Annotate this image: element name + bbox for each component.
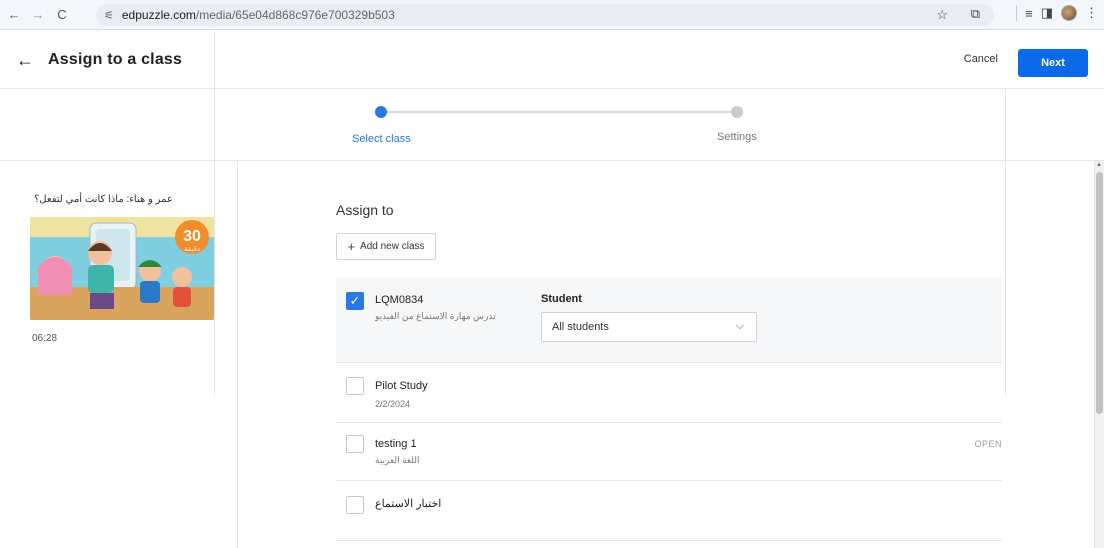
video-thumbnail-illustration: 30 دقيقة — [30, 217, 214, 320]
student-select-value: All students — [552, 321, 609, 333]
browser-toolbar: ← → C ⚟ edpuzzle.com/media/65e04d868c976… — [0, 0, 1104, 30]
reading-list-icon[interactable]: ≡ — [1025, 6, 1033, 21]
media-title: عمر و هناء: ماذا كانت أمي لتفعل؟ — [34, 194, 173, 205]
class-checkbox-checked[interactable]: ✓ — [346, 292, 364, 310]
stepper-left-column — [0, 89, 215, 161]
class-row-lqm0834[interactable]: ✓ LQM0834 تدرس مهارة الاستماع من الفيديو… — [336, 277, 1002, 363]
open-status-badge: OPEN — [974, 439, 1002, 449]
class-row-listening-test[interactable]: اختبار الاستماع — [336, 481, 1002, 541]
app-header: ← Assign to a class Cancel Next — [0, 31, 1104, 89]
checkmark-icon: ✓ — [349, 293, 361, 308]
video-thumbnail[interactable]: 30 دقيقة — [30, 217, 214, 320]
class-subtitle: 2/2/2024 — [375, 399, 411, 409]
reload-button[interactable]: C — [52, 5, 72, 25]
chevron-down-icon: ⌵ — [735, 320, 744, 332]
thumbnail-badge-number: 30 — [183, 228, 201, 245]
scrollbar-thumb[interactable] — [1096, 172, 1103, 414]
step-dot-select-class[interactable] — [375, 106, 387, 118]
bookmark-star-icon[interactable]: ☆ — [936, 7, 948, 23]
back-arrow-icon: ← — [7, 7, 21, 22]
class-name: LQM0834 — [375, 294, 424, 306]
class-checkbox[interactable] — [346, 377, 364, 395]
header-title-area: ← Assign to a class — [0, 31, 215, 89]
media-duration: 06:28 — [32, 333, 58, 344]
url-host: edpuzzle.com — [121, 8, 196, 22]
site-settings-icon[interactable]: ⚟ — [104, 9, 114, 22]
assign-to-heading: Assign to — [336, 202, 394, 218]
plus-icon: + — [347, 239, 356, 254]
menu-kebab-icon[interactable]: ⋮ — [1085, 5, 1098, 21]
thumbnail-badge-word: دقيقة — [184, 245, 200, 253]
cancel-button[interactable]: Cancel — [964, 53, 998, 65]
main-left-divider — [237, 161, 238, 548]
next-button[interactable]: Next — [1018, 49, 1088, 77]
step-label-settings[interactable]: Settings — [717, 131, 757, 143]
profile-avatar[interactable] — [1061, 5, 1077, 21]
class-name: Pilot Study — [375, 380, 428, 392]
extensions-icon[interactable]: ⧉ — [971, 6, 980, 22]
url-path: /media/65e04d868c976e700329b503 — [195, 8, 395, 22]
class-row-testing-1[interactable]: testing 1 اللغة العربية OPEN — [336, 423, 1002, 481]
step-dot-settings[interactable] — [731, 106, 743, 118]
class-checkbox[interactable] — [346, 496, 364, 514]
back-arrow-icon[interactable]: ← — [16, 50, 34, 71]
add-new-class-button[interactable]: + Add new class — [336, 233, 436, 260]
toolbar-divider — [1016, 5, 1018, 21]
side-panel-icon[interactable]: ◨ — [1041, 5, 1053, 21]
browser-actions: ≡ ◨ ⋮ — [1016, 5, 1098, 21]
reload-icon: C — [57, 7, 67, 22]
page-title: Assign to a class — [48, 51, 183, 68]
add-new-class-label: Add new class — [360, 241, 425, 252]
class-subtitle: تدرس مهارة الاستماع من الفيديو — [375, 311, 496, 321]
class-subtitle: اللغة العربية — [375, 455, 420, 465]
step-label-select-class[interactable]: Select class — [352, 133, 411, 145]
scroll-up-icon[interactable]: ▲ — [1096, 162, 1102, 168]
class-checkbox[interactable] — [346, 435, 364, 453]
class-row-pilot-study[interactable]: Pilot Study 2/2/2024 — [336, 363, 1002, 423]
stepper-line — [381, 111, 737, 113]
student-label: Student — [541, 293, 582, 305]
forward-arrow-icon: → — [31, 7, 45, 22]
main-right-divider — [1005, 161, 1006, 397]
back-nav-button[interactable]: ← — [4, 5, 24, 25]
media-panel: عمر و هناء: ماذا كانت أمي لتفعل؟ 30 دقيق… — [0, 161, 215, 396]
class-name: اختبار الاستماع — [375, 498, 442, 510]
class-name: testing 1 — [375, 438, 417, 450]
student-select[interactable]: All students ⌵ — [541, 312, 757, 342]
forward-nav-button[interactable]: → — [28, 5, 48, 25]
stepper-right-divider — [1005, 89, 1006, 161]
stepper: Select class Settings — [0, 89, 1104, 161]
address-bar[interactable]: ⚟ edpuzzle.com/media/65e04d868c976e70032… — [96, 4, 994, 26]
